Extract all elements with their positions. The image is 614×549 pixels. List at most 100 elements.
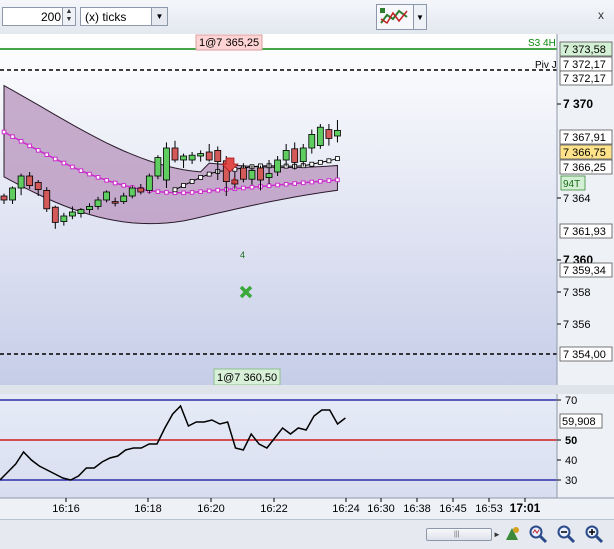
- fast-ma-point: [326, 158, 332, 164]
- candle-body: [103, 191, 110, 201]
- slow-ma-point: [104, 178, 109, 183]
- candle: [145, 173, 153, 194]
- slow-ma-point: [1, 129, 7, 135]
- price-tick-label: 7 356: [563, 319, 591, 331]
- slow-ma-point: [87, 171, 92, 177]
- period-type-label: (x) ticks: [85, 10, 127, 24]
- rsi-background: [0, 394, 557, 498]
- candle-body: [180, 155, 187, 161]
- slow-ma-point: [78, 168, 84, 173]
- slow-ma-point: [27, 143, 32, 149]
- period-type-select[interactable]: (x) ticks ▼: [80, 7, 168, 26]
- candle-body: [291, 148, 299, 163]
- chevron-down-icon[interactable]: ▼: [151, 8, 167, 25]
- time-tick-label: 16:30: [367, 503, 395, 515]
- slow-ma-point: [18, 138, 24, 144]
- candle-body: [120, 195, 128, 202]
- spinner-buttons[interactable]: ▲ ▼: [62, 8, 75, 25]
- candle-body: [197, 153, 205, 157]
- close-icon[interactable]: x: [598, 8, 604, 22]
- candle-body: [26, 175, 34, 186]
- slow-ma-point: [335, 177, 340, 183]
- chart-area: 4 4 1@7 365,25 1@7 360,50 S3 4H Piv J 7 370 7 3…: [0, 34, 614, 519]
- price-tick-label: 7 358: [563, 287, 591, 299]
- slow-ma-point: [53, 156, 58, 162]
- candle-body: [51, 206, 59, 223]
- candle-body: [308, 134, 316, 149]
- time-tick-label: 16:16: [52, 503, 80, 515]
- candle-body: [248, 169, 256, 180]
- slow-ma-point: [309, 179, 315, 185]
- fast-ma-point: [309, 161, 315, 167]
- candle: [316, 124, 324, 149]
- slow-ma-point: [215, 187, 221, 193]
- candle-body: [9, 187, 16, 201]
- slow-ma-point: [95, 175, 101, 180]
- indicator-button[interactable]: [376, 4, 414, 30]
- candle-body: [188, 154, 196, 161]
- fast-ma-point: [317, 159, 323, 165]
- price-label: 7 372,17: [563, 73, 606, 85]
- spin-up-icon[interactable]: ▲: [63, 8, 75, 16]
- candle-body: [257, 167, 264, 181]
- spin-down-icon[interactable]: ▼: [63, 16, 75, 24]
- candle: [43, 187, 51, 212]
- rsi-tick-label: 70: [565, 395, 577, 407]
- zoom-out-icon[interactable]: [556, 524, 576, 544]
- indicator-dropdown[interactable]: ▼: [414, 4, 427, 30]
- candle-body: [299, 147, 307, 162]
- slow-ma-point: [292, 181, 297, 186]
- fast-ma-point: [181, 183, 186, 188]
- price-tick-label: 7 370: [563, 97, 593, 111]
- candle-body: [77, 209, 85, 215]
- time-tick-label: 16:45: [439, 503, 467, 515]
- rsi-tick-label: 50: [565, 435, 577, 447]
- trading-tool-icon[interactable]: [502, 524, 522, 544]
- time-tick-label: 16:24: [332, 503, 360, 515]
- slow-ma-point: [318, 179, 323, 184]
- candle-body: [214, 150, 222, 163]
- candle-body: [316, 126, 324, 146]
- arrow-label: 4: [231, 176, 236, 186]
- price-panel: 4 4 1@7 365,25 1@7 360,50 S3 4H Piv J 7 370 7 3…: [0, 34, 614, 394]
- candle-body: [137, 187, 145, 193]
- candle-body: [205, 151, 213, 161]
- price-label: 7 367,91: [563, 132, 606, 144]
- candle-body: [111, 201, 119, 204]
- time-tick-label: 17:01: [510, 501, 541, 515]
- slow-ma-point: [35, 148, 41, 153]
- slow-ma-point: [44, 152, 50, 158]
- price-label: 7 359,34: [563, 265, 606, 277]
- panel-separator: [0, 385, 614, 394]
- slow-ma-point: [112, 180, 118, 186]
- s3-label: S3 4H: [528, 38, 556, 49]
- price-label: 7 366,75: [563, 147, 606, 159]
- slow-ma-point: [326, 178, 332, 183]
- time-tick-label: 16:38: [403, 503, 431, 515]
- time-tick-label: 16:20: [197, 503, 225, 515]
- zoom-in-icon[interactable]: [584, 524, 604, 544]
- candle-body: [334, 130, 341, 137]
- period-spinner[interactable]: 200 ▲ ▼: [2, 7, 76, 26]
- period-value[interactable]: 200: [41, 10, 61, 24]
- zoom-fit-icon[interactable]: [528, 524, 548, 544]
- candle-body: [69, 211, 76, 217]
- fast-ma-point: [198, 175, 204, 180]
- candle-body: [274, 159, 282, 173]
- price-label: 7 361,93: [563, 226, 606, 238]
- slow-ma-point: [121, 183, 127, 188]
- slow-ma-point: [10, 134, 15, 139]
- slow-ma-point: [198, 189, 203, 194]
- candle-body: [34, 181, 42, 190]
- horizontal-scrollbar[interactable]: |||: [426, 528, 492, 541]
- fast-ma-point: [206, 171, 212, 177]
- time-tick-label: 16:22: [260, 503, 288, 515]
- slow-ma-point: [300, 180, 306, 186]
- slow-ma-point: [241, 185, 246, 191]
- candle-body: [163, 147, 170, 181]
- rsi-tick-label: 30: [565, 475, 577, 487]
- slow-ma-point: [249, 184, 255, 190]
- candle: [154, 155, 162, 180]
- slow-ma-point: [61, 160, 67, 166]
- bottom-toolbar: ||| ►: [0, 519, 614, 549]
